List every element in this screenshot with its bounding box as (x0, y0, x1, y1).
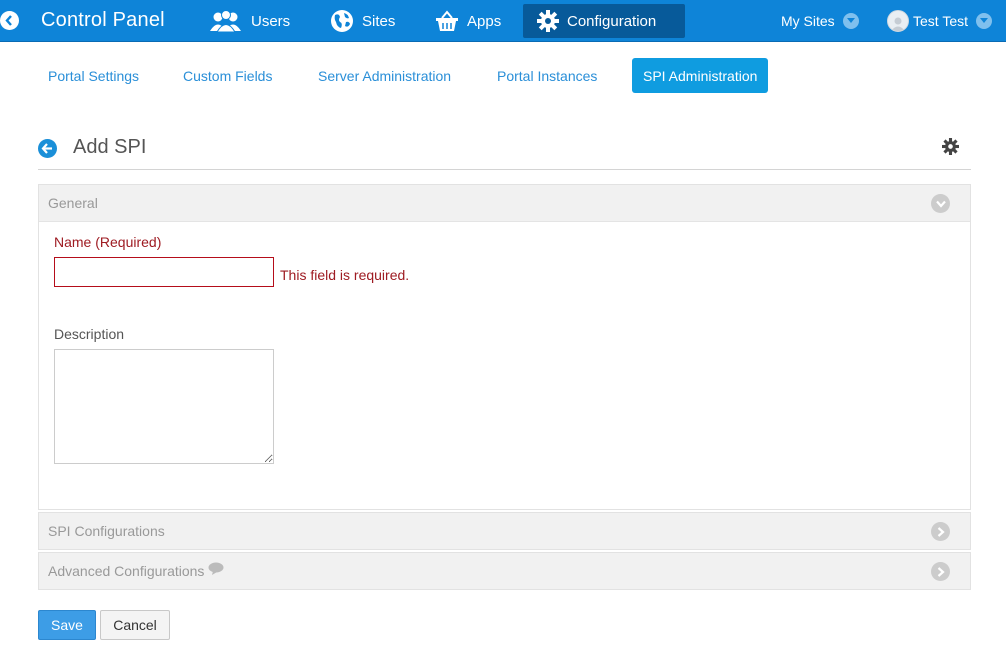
save-button[interactable]: Save (38, 610, 96, 640)
general-panel-title: General (48, 195, 98, 211)
nav-users[interactable]: Users (209, 4, 290, 38)
back-arrow-icon[interactable] (38, 139, 57, 158)
cancel-button[interactable]: Cancel (100, 610, 170, 640)
spi-configurations-title: SPI Configurations (48, 523, 165, 539)
page-title: Add SPI (73, 136, 147, 158)
general-panel-header[interactable]: General (39, 185, 970, 222)
nav-apps[interactable]: Apps (435, 4, 501, 38)
tab-portal-instances[interactable]: Portal Instances (497, 58, 597, 93)
general-panel: General Name (Required) This field is re… (38, 184, 971, 510)
gear-icon (537, 10, 559, 32)
chevron-down-icon (842, 13, 859, 29)
my-sites-menu[interactable]: My Sites (781, 4, 859, 38)
spi-configurations-header[interactable]: SPI Configurations (39, 513, 970, 549)
globe-icon (330, 9, 354, 33)
chevron-right-icon[interactable] (931, 522, 950, 541)
user-name: Test Test (913, 13, 968, 29)
nav-configuration-label: Configuration (567, 12, 657, 30)
nav-configuration[interactable]: Configuration (523, 4, 685, 38)
tab-spi-administration[interactable]: SPI Administration (632, 58, 769, 93)
top-bar: Control Panel Users Sites Apps Configura… (0, 0, 1006, 42)
nav-apps-label: Apps (467, 12, 502, 30)
settings-gear-icon[interactable] (942, 138, 959, 160)
chevron-down-icon[interactable] (931, 194, 950, 213)
page-header: Add SPI (38, 130, 971, 170)
users-icon (209, 10, 243, 32)
control-panel-title: Control Panel (41, 9, 165, 31)
advanced-configurations-title: Advanced Configurations (48, 563, 205, 579)
nav-users-label: Users (251, 12, 291, 30)
description-label: Description (54, 326, 125, 342)
help-bubble-icon[interactable] (208, 562, 224, 575)
advanced-configurations-header[interactable]: Advanced Configurations (39, 553, 970, 589)
tab-custom-fields[interactable]: Custom Fields (183, 58, 272, 93)
tab-portal-settings[interactable]: Portal Settings (48, 58, 139, 93)
name-label: Name (Required) (54, 234, 162, 250)
basket-icon (435, 10, 459, 32)
my-sites-label: My Sites (781, 13, 835, 29)
chevron-right-icon[interactable] (931, 562, 950, 581)
nav-sites[interactable]: Sites (330, 4, 395, 38)
user-menu[interactable]: Test Test (887, 4, 992, 38)
chevron-down-icon (976, 13, 992, 29)
back-icon[interactable] (0, 11, 19, 30)
advanced-configurations-panel: Advanced Configurations (38, 552, 971, 590)
nav-sites-label: Sites (362, 12, 396, 30)
avatar (887, 10, 909, 32)
name-error-message: This field is required. (280, 267, 410, 283)
name-field[interactable] (54, 257, 274, 287)
description-field[interactable] (54, 349, 274, 464)
tab-server-administration[interactable]: Server Administration (318, 58, 451, 93)
spi-configurations-panel: SPI Configurations (38, 512, 971, 550)
